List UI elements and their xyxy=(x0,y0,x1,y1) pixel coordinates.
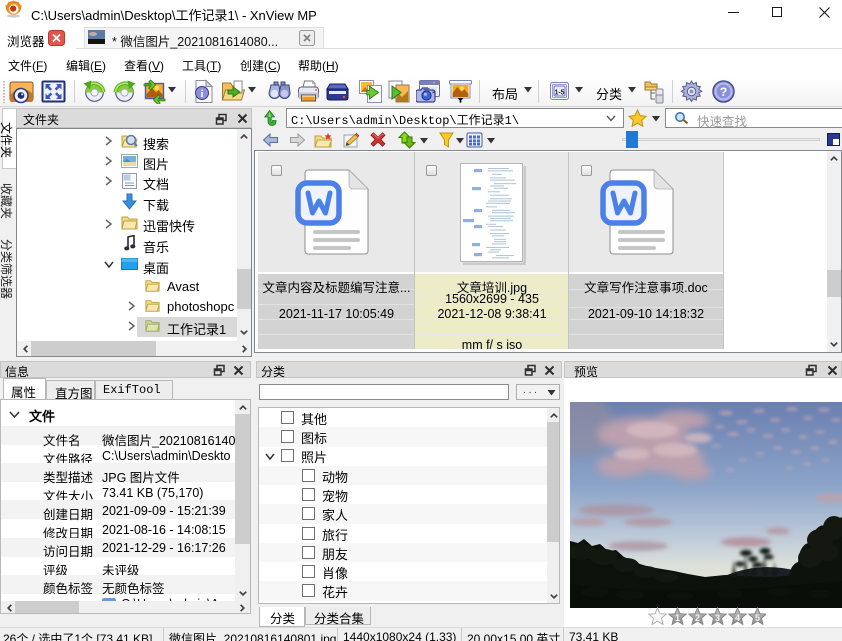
svg-text:1-5: 1-5 xyxy=(554,90,564,97)
svg-text:2: 2 xyxy=(695,613,700,623)
svg-text:5: 5 xyxy=(755,613,760,623)
svg-text:4: 4 xyxy=(735,613,740,623)
svg-text:i: i xyxy=(201,89,204,100)
svg-text:?: ? xyxy=(720,85,727,99)
svg-text:3: 3 xyxy=(715,613,720,623)
svg-text:1: 1 xyxy=(675,613,680,623)
